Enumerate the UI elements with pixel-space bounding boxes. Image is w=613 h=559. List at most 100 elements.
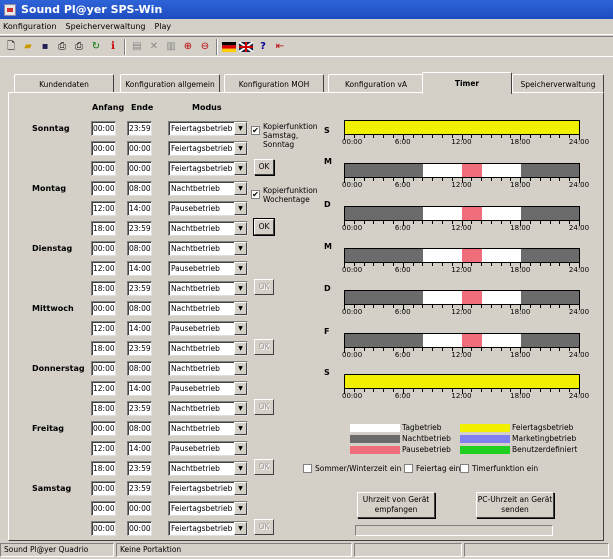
- get-time-button[interactable]: Uhrzeit von Gerät empfangen: [357, 492, 435, 518]
- mode-select[interactable]: Nachtbetrieb ▼: [168, 461, 248, 476]
- start-time-field[interactable]: 00:00: [91, 421, 116, 436]
- end-time-field[interactable]: 23:59: [127, 461, 152, 476]
- start-time-field[interactable]: 12:00: [91, 441, 116, 456]
- copy-weekdays-checkbox[interactable]: ✔: [251, 190, 260, 199]
- chevron-down-icon[interactable]: ▼: [234, 482, 247, 495]
- refresh-icon[interactable]: ↻: [88, 39, 104, 55]
- timerfunktion-checkbox[interactable]: [460, 464, 469, 473]
- start-time-field[interactable]: 00:00: [91, 501, 116, 516]
- tab-timer[interactable]: Timer: [422, 72, 512, 94]
- mode-select[interactable]: Pausebetrieb ▼: [168, 261, 248, 276]
- start-time-field[interactable]: 12:00: [91, 381, 116, 396]
- zoom-out-icon[interactable]: ⊖: [197, 39, 213, 55]
- chevron-down-icon[interactable]: ▼: [234, 142, 247, 155]
- exit-icon[interactable]: ⇤: [272, 39, 288, 55]
- end-time-field[interactable]: 23:59: [127, 401, 152, 416]
- end-time-field[interactable]: 14:00: [127, 321, 152, 336]
- menu-konfiguration[interactable]: Konfiguration: [3, 22, 57, 31]
- end-time-field[interactable]: 14:00: [127, 441, 152, 456]
- mode-select[interactable]: Nachtbetrieb ▼: [168, 241, 248, 256]
- end-time-field[interactable]: 08:00: [127, 361, 152, 376]
- chevron-down-icon[interactable]: ▼: [234, 302, 247, 315]
- open-icon[interactable]: ▰: [20, 39, 36, 55]
- chevron-down-icon[interactable]: ▼: [234, 382, 247, 395]
- tab-kundendaten[interactable]: Kundendaten: [14, 74, 114, 93]
- chevron-down-icon[interactable]: ▼: [234, 442, 247, 455]
- chevron-down-icon[interactable]: ▼: [234, 322, 247, 335]
- mode-select[interactable]: Feiertagsbetrieb ▼: [168, 161, 248, 176]
- zoom-in-icon[interactable]: ⊕: [180, 39, 196, 55]
- chevron-down-icon[interactable]: ▼: [234, 162, 247, 175]
- ok-button[interactable]: OK: [254, 519, 274, 535]
- start-time-field[interactable]: 00:00: [91, 141, 116, 156]
- mode-select[interactable]: Nachtbetrieb ▼: [168, 401, 248, 416]
- mode-select[interactable]: Pausebetrieb ▼: [168, 201, 248, 216]
- print-icon[interactable]: ⎙: [54, 39, 70, 55]
- tab-speicherverwaltung[interactable]: Speicherverwaltung: [512, 74, 604, 93]
- end-time-field[interactable]: 14:00: [127, 201, 152, 216]
- help-icon[interactable]: ?: [255, 39, 271, 55]
- mode-select[interactable]: Nachtbetrieb ▼: [168, 281, 248, 296]
- chevron-down-icon[interactable]: ▼: [234, 202, 247, 215]
- mode-select[interactable]: Pausebetrieb ▼: [168, 441, 248, 456]
- end-time-field[interactable]: 08:00: [127, 301, 152, 316]
- end-time-field[interactable]: 23:59: [127, 481, 152, 496]
- start-time-field[interactable]: 00:00: [91, 121, 116, 136]
- menu-speicherverwaltung[interactable]: Speicherverwaltung: [66, 22, 146, 31]
- start-time-field[interactable]: 18:00: [91, 341, 116, 356]
- mode-select[interactable]: Feiertagsbetrieb ▼: [168, 121, 248, 136]
- chevron-down-icon[interactable]: ▼: [234, 242, 247, 255]
- flag-de-icon[interactable]: [221, 39, 237, 55]
- chevron-down-icon[interactable]: ▼: [234, 462, 247, 475]
- end-time-field[interactable]: 14:00: [127, 381, 152, 396]
- menu-play[interactable]: Play: [154, 22, 171, 31]
- chevron-down-icon[interactable]: ▼: [234, 122, 247, 135]
- start-time-field[interactable]: 12:00: [91, 261, 116, 276]
- print-preview-icon[interactable]: ⎙: [71, 39, 87, 55]
- ok-button[interactable]: OK: [254, 339, 274, 355]
- start-time-field[interactable]: 00:00: [91, 181, 116, 196]
- mode-select[interactable]: Feiertagsbetrieb ▼: [168, 501, 248, 516]
- start-time-field[interactable]: 18:00: [91, 461, 116, 476]
- end-time-field[interactable]: 23:59: [127, 341, 152, 356]
- new-icon[interactable]: 🗋: [3, 39, 19, 55]
- info-icon[interactable]: i: [105, 39, 121, 55]
- start-time-field[interactable]: 00:00: [91, 161, 116, 176]
- end-time-field[interactable]: 00:00: [127, 161, 152, 176]
- end-time-field[interactable]: 08:00: [127, 421, 152, 436]
- start-time-field[interactable]: 12:00: [91, 321, 116, 336]
- start-time-field[interactable]: 18:00: [91, 281, 116, 296]
- end-time-field[interactable]: 00:00: [127, 141, 152, 156]
- start-time-field[interactable]: 12:00: [91, 201, 116, 216]
- mode-select[interactable]: Nachtbetrieb ▼: [168, 361, 248, 376]
- chevron-down-icon[interactable]: ▼: [234, 362, 247, 375]
- ok-button[interactable]: OK: [253, 218, 275, 236]
- tab-konfiguration-va[interactable]: Konfiguration vA: [328, 74, 424, 93]
- sommer-winterzeit-checkbox[interactable]: [303, 464, 312, 473]
- save-icon[interactable]: ▪: [37, 39, 53, 55]
- chevron-down-icon[interactable]: ▼: [234, 402, 247, 415]
- end-time-field[interactable]: 23:59: [127, 281, 152, 296]
- start-time-field[interactable]: 00:00: [91, 301, 116, 316]
- mode-select[interactable]: Nachtbetrieb ▼: [168, 181, 248, 196]
- end-time-field[interactable]: 23:59: [127, 121, 152, 136]
- mode-select[interactable]: Pausebetrieb ▼: [168, 321, 248, 336]
- chevron-down-icon[interactable]: ▼: [234, 522, 247, 535]
- ok-button[interactable]: OK: [254, 459, 274, 475]
- chevron-down-icon[interactable]: ▼: [234, 422, 247, 435]
- mode-select[interactable]: Feiertagsbetrieb ▼: [168, 481, 248, 496]
- end-time-field[interactable]: 23:59: [127, 221, 152, 236]
- ok-button[interactable]: OK: [254, 159, 274, 175]
- ok-button[interactable]: OK: [254, 279, 274, 295]
- chevron-down-icon[interactable]: ▼: [234, 222, 247, 235]
- mode-select[interactable]: Nachtbetrieb ▼: [168, 341, 248, 356]
- start-time-field[interactable]: 18:00: [91, 221, 116, 236]
- mode-select[interactable]: Pausebetrieb ▼: [168, 381, 248, 396]
- mode-select[interactable]: Nachtbetrieb ▼: [168, 221, 248, 236]
- end-time-field[interactable]: 08:00: [127, 181, 152, 196]
- chevron-down-icon[interactable]: ▼: [234, 282, 247, 295]
- start-time-field[interactable]: 18:00: [91, 401, 116, 416]
- chevron-down-icon[interactable]: ▼: [234, 502, 247, 515]
- mode-select[interactable]: Feiertagsbetrieb ▼: [168, 521, 248, 536]
- chevron-down-icon[interactable]: ▼: [234, 262, 247, 275]
